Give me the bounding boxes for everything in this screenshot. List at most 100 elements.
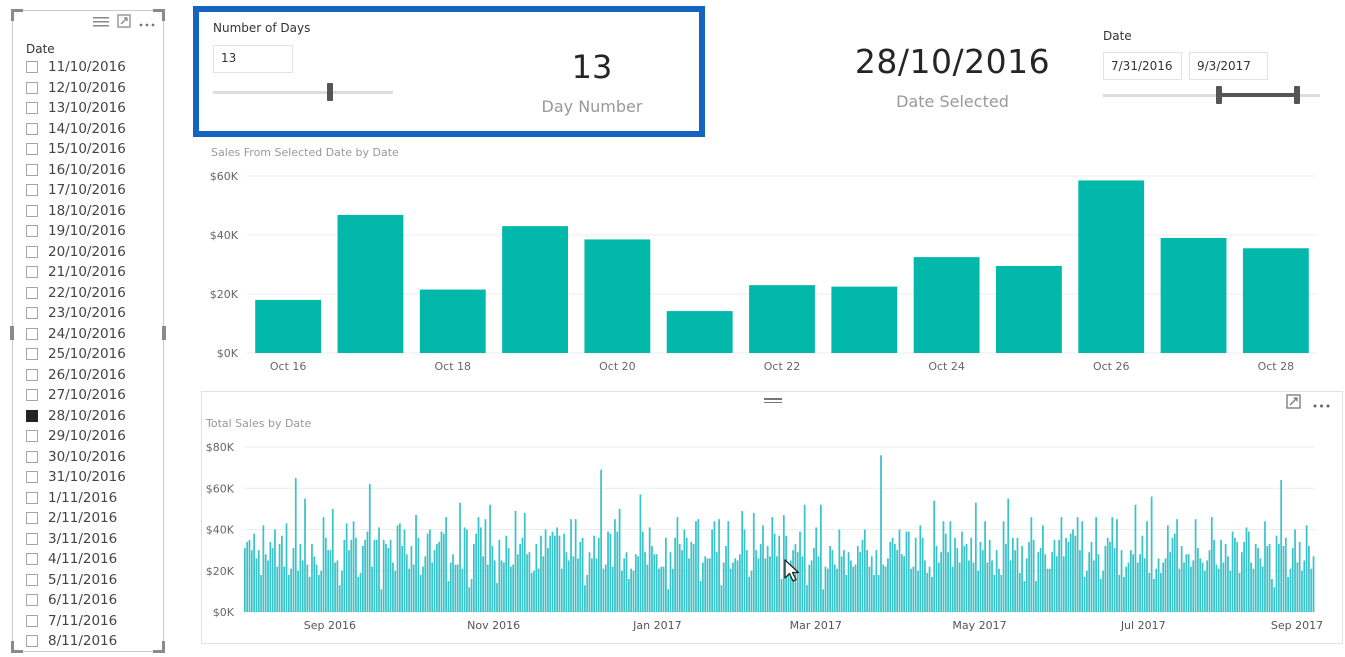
bar[interactable] bbox=[641, 531, 644, 612]
bar[interactable] bbox=[489, 504, 491, 612]
bar[interactable] bbox=[477, 517, 480, 612]
bar[interactable] bbox=[422, 566, 424, 612]
bar[interactable] bbox=[755, 550, 757, 612]
bar[interactable] bbox=[1162, 562, 1165, 613]
resize-handle-right[interactable] bbox=[162, 326, 166, 340]
bar[interactable] bbox=[699, 581, 702, 612]
bar[interactable] bbox=[870, 556, 873, 612]
bar[interactable] bbox=[1173, 533, 1176, 612]
bar[interactable] bbox=[1141, 535, 1144, 612]
bar[interactable] bbox=[521, 537, 524, 612]
bar[interactable] bbox=[1203, 570, 1206, 612]
bar[interactable] bbox=[429, 529, 431, 613]
bar[interactable] bbox=[1078, 180, 1145, 353]
bar[interactable] bbox=[442, 533, 445, 612]
bar[interactable] bbox=[308, 576, 311, 612]
bar[interactable] bbox=[336, 560, 339, 612]
bar[interactable] bbox=[898, 529, 901, 613]
bar[interactable] bbox=[1171, 537, 1174, 612]
bar[interactable] bbox=[306, 564, 309, 612]
bar[interactable] bbox=[1014, 550, 1017, 612]
bar[interactable] bbox=[1030, 517, 1033, 612]
bar[interactable] bbox=[829, 546, 831, 612]
bar[interactable] bbox=[1284, 537, 1287, 612]
bar[interactable] bbox=[368, 484, 371, 612]
bar[interactable] bbox=[479, 527, 482, 612]
bar[interactable] bbox=[611, 566, 614, 612]
bar[interactable] bbox=[741, 510, 744, 612]
bar[interactable] bbox=[1287, 576, 1289, 612]
bar[interactable] bbox=[1111, 517, 1114, 612]
bar[interactable] bbox=[246, 541, 249, 612]
bar[interactable] bbox=[526, 554, 528, 612]
bar[interactable] bbox=[863, 529, 866, 613]
bar[interactable] bbox=[352, 521, 355, 612]
bar[interactable] bbox=[711, 529, 713, 613]
bar[interactable] bbox=[1183, 562, 1185, 613]
date-slicer-item[interactable]: 16/10/2016 bbox=[26, 160, 126, 181]
bar[interactable] bbox=[702, 562, 704, 613]
bar[interactable] bbox=[884, 566, 887, 612]
bar[interactable] bbox=[1081, 521, 1084, 612]
more-options-icon[interactable] bbox=[139, 16, 155, 31]
bar[interactable] bbox=[1187, 554, 1190, 612]
bar[interactable] bbox=[253, 533, 255, 612]
bar[interactable] bbox=[725, 546, 727, 612]
bar[interactable] bbox=[283, 566, 286, 612]
bar[interactable] bbox=[847, 552, 850, 612]
bar[interactable] bbox=[424, 556, 427, 612]
checkbox[interactable] bbox=[26, 286, 38, 299]
bar[interactable] bbox=[1201, 562, 1204, 613]
bar[interactable] bbox=[778, 535, 781, 612]
bar[interactable] bbox=[533, 570, 535, 612]
bar[interactable] bbox=[1021, 546, 1023, 612]
bar[interactable] bbox=[348, 550, 350, 612]
bar[interactable] bbox=[486, 564, 489, 612]
drag-handle-icon[interactable] bbox=[764, 398, 782, 405]
bar[interactable] bbox=[769, 556, 771, 612]
bar[interactable] bbox=[836, 568, 838, 612]
bar[interactable] bbox=[519, 543, 522, 612]
bar[interactable] bbox=[840, 556, 843, 612]
bar[interactable] bbox=[433, 550, 436, 612]
bar[interactable] bbox=[1160, 237, 1227, 353]
checkbox[interactable] bbox=[26, 368, 38, 381]
bar[interactable] bbox=[341, 570, 343, 612]
bar[interactable] bbox=[329, 550, 332, 612]
bar[interactable] bbox=[1308, 546, 1310, 612]
bar[interactable] bbox=[715, 552, 718, 612]
checkbox[interactable] bbox=[26, 594, 38, 607]
number-of-days-slider-track[interactable] bbox=[213, 91, 393, 94]
checkbox[interactable] bbox=[26, 204, 38, 217]
bar[interactable] bbox=[609, 533, 612, 612]
bar[interactable] bbox=[1310, 568, 1313, 612]
bar[interactable] bbox=[1018, 572, 1021, 612]
bar[interactable] bbox=[1296, 562, 1299, 613]
checkbox[interactable] bbox=[26, 430, 38, 443]
bar[interactable] bbox=[891, 537, 894, 612]
bar[interactable] bbox=[889, 541, 892, 612]
bar[interactable] bbox=[695, 521, 697, 612]
bar[interactable] bbox=[1083, 576, 1086, 612]
bar[interactable] bbox=[833, 564, 836, 612]
bar[interactable] bbox=[600, 469, 602, 612]
bar[interactable] bbox=[1053, 539, 1056, 612]
bar[interactable] bbox=[1134, 504, 1137, 612]
bar[interactable] bbox=[771, 517, 774, 612]
resize-corner-bottom-right[interactable] bbox=[153, 641, 165, 653]
menu-lines-icon[interactable] bbox=[93, 16, 109, 31]
bar[interactable] bbox=[644, 552, 646, 612]
bar[interactable] bbox=[1268, 543, 1271, 612]
date-range-start-handle[interactable] bbox=[1216, 86, 1222, 104]
bar[interactable] bbox=[1224, 543, 1227, 612]
date-slicer-item[interactable]: 19/10/2016 bbox=[26, 221, 126, 242]
bar[interactable] bbox=[933, 500, 936, 612]
bar[interactable] bbox=[866, 550, 868, 612]
bar[interactable] bbox=[1238, 572, 1241, 612]
bar[interactable] bbox=[900, 554, 903, 612]
bar[interactable] bbox=[1229, 570, 1232, 612]
bar[interactable] bbox=[1055, 556, 1058, 612]
bar[interactable] bbox=[993, 574, 996, 612]
bar[interactable] bbox=[1150, 496, 1153, 613]
date-slicer-item[interactable]: 7/11/2016 bbox=[26, 611, 126, 632]
